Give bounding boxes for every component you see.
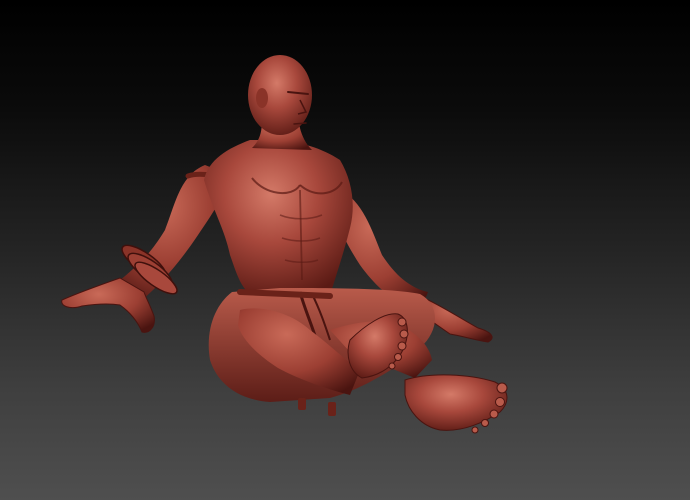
- torso: [204, 140, 353, 295]
- viewport: [0, 0, 690, 500]
- head: [248, 55, 312, 150]
- cloth-tassels: [298, 398, 336, 416]
- left-foot: [404, 374, 508, 434]
- clay-sculpt-figure: [61, 55, 508, 434]
